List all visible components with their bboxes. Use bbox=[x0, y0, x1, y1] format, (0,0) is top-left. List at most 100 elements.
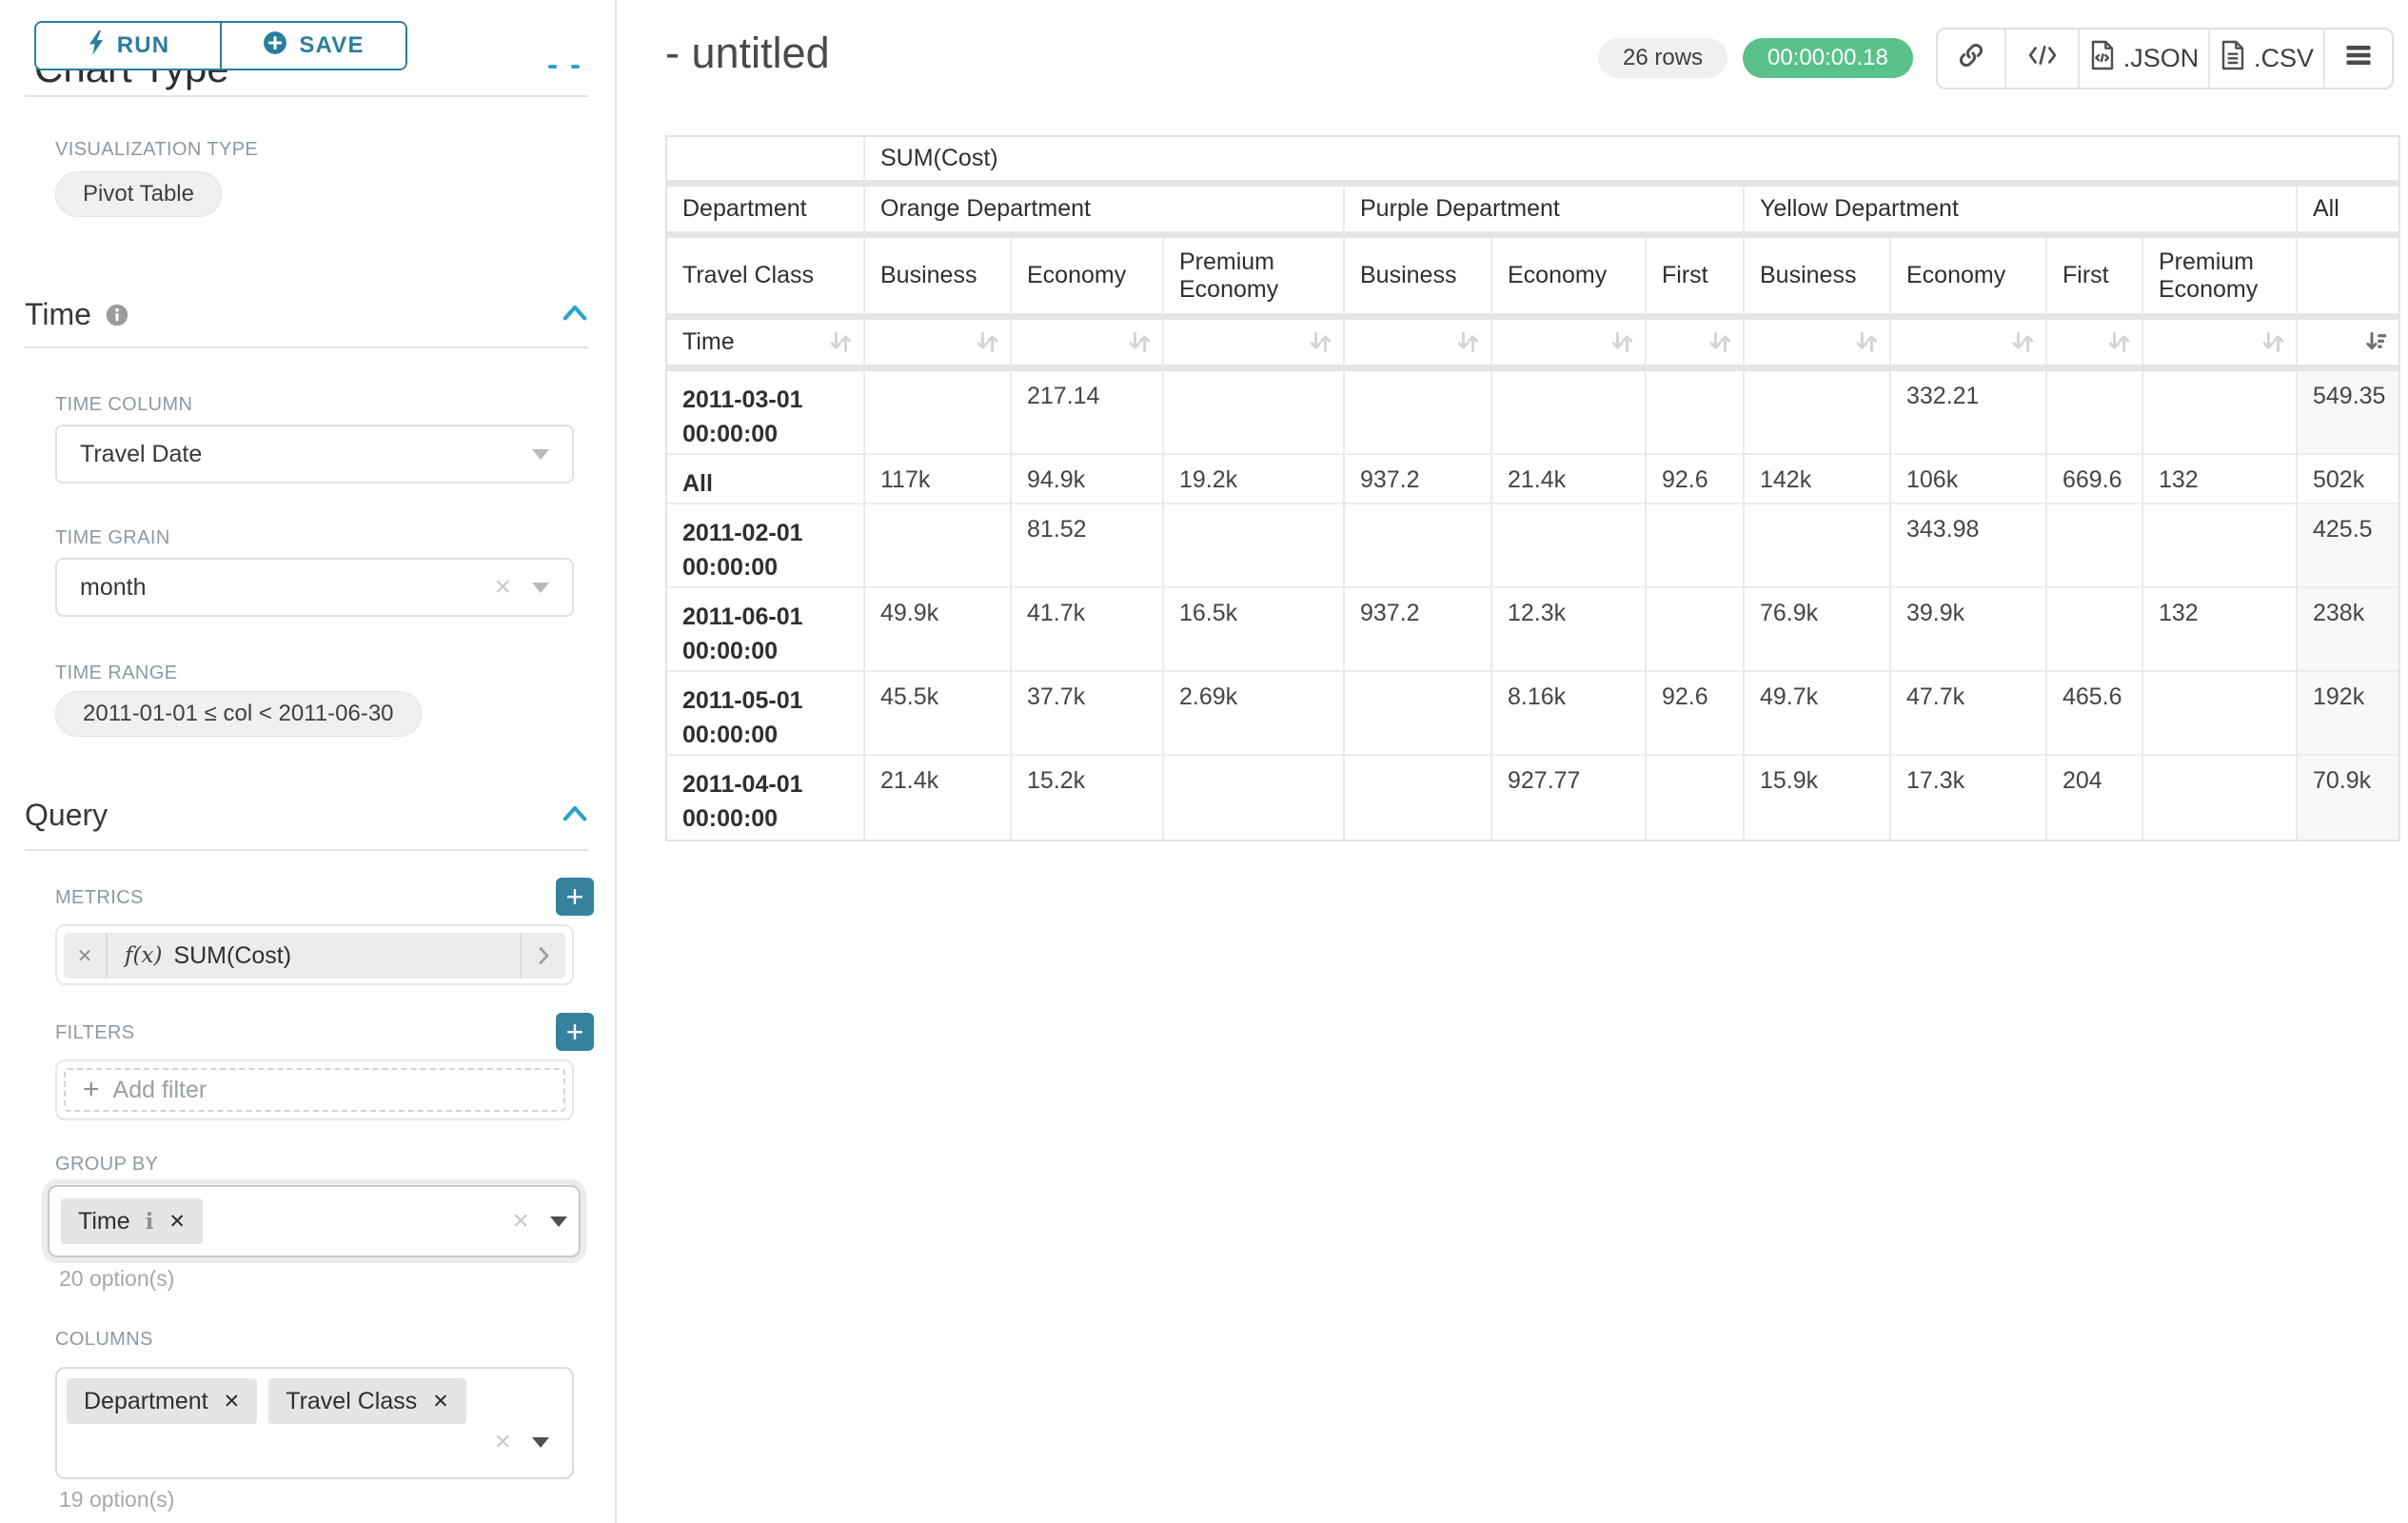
travel-class-header: Business bbox=[1745, 238, 1891, 320]
embed-code-button[interactable] bbox=[2006, 30, 2080, 88]
cell: 204 bbox=[2047, 756, 2143, 840]
cell: 21.4k bbox=[1492, 455, 1647, 504]
cell bbox=[1345, 756, 1492, 840]
cell: 37.7k bbox=[1012, 672, 1164, 756]
sort-header[interactable] bbox=[1492, 320, 1647, 371]
metrics-field: ✕ f(x) SUM(Cost) bbox=[55, 924, 574, 985]
columns-tag: Department ✕ bbox=[67, 1378, 257, 1424]
row-label: All bbox=[667, 455, 865, 504]
travel-class-header bbox=[2298, 238, 2398, 320]
time-column-select[interactable]: Travel Date bbox=[55, 425, 574, 484]
time-range-pill[interactable]: 2011-01-01 ≤ col < 2011-06-30 bbox=[55, 691, 422, 737]
chevron-up-icon[interactable] bbox=[562, 802, 588, 828]
corner-cell bbox=[667, 137, 865, 187]
department-group-header: All bbox=[2298, 187, 2398, 238]
run-button[interactable]: RUN bbox=[36, 23, 222, 69]
cell: 15.2k bbox=[1012, 756, 1164, 840]
viz-type-value: Pivot Table bbox=[83, 181, 194, 208]
cell: 117k bbox=[865, 455, 1012, 504]
column-dimension-label: Department bbox=[667, 187, 865, 238]
add-metric-button[interactable]: + bbox=[556, 878, 594, 916]
divider bbox=[25, 346, 588, 348]
clear-icon[interactable]: × bbox=[494, 1428, 511, 1456]
chevron-up-icon[interactable] bbox=[562, 302, 588, 327]
cell: 142k bbox=[1745, 455, 1891, 504]
run-save-button-group: RUN SAVE bbox=[34, 21, 407, 70]
sort-header[interactable] bbox=[2047, 320, 2143, 371]
sort-header[interactable] bbox=[2298, 320, 2398, 371]
metric-header-row: SUM(Cost) bbox=[667, 137, 2398, 187]
cell bbox=[865, 504, 1012, 588]
table-row: 2011-06-01 00:00:0049.9k41.7k16.5k937.21… bbox=[667, 588, 2398, 672]
group-by-select[interactable]: Time i ✕ × bbox=[48, 1185, 581, 1257]
cell bbox=[2143, 371, 2298, 455]
sort-header[interactable] bbox=[2143, 320, 2298, 371]
time-section-header[interactable]: Time bbox=[25, 297, 588, 332]
add-filter-plus-button[interactable]: + bbox=[556, 1013, 594, 1051]
cell bbox=[1345, 371, 1492, 455]
export-json-button[interactable]: .JSON bbox=[2080, 30, 2210, 88]
sort-header[interactable] bbox=[1891, 320, 2047, 371]
cell: 94.9k bbox=[1012, 455, 1164, 504]
table-row: 2011-04-01 00:00:0021.4k15.2k927.7715.9k… bbox=[667, 756, 2398, 840]
cell bbox=[1647, 588, 1745, 672]
time-grain-select[interactable]: month × bbox=[55, 558, 574, 617]
cell: 81.52 bbox=[1012, 504, 1164, 588]
cell: 45.5k bbox=[865, 672, 1012, 756]
cell: 47.7k bbox=[1891, 672, 2047, 756]
department-group-header: Purple Department bbox=[1345, 187, 1745, 238]
cell: 92.6 bbox=[1647, 455, 1745, 504]
cell: 502k bbox=[2298, 455, 2398, 504]
sort-header[interactable] bbox=[1012, 320, 1164, 371]
cell bbox=[865, 371, 1012, 455]
plus-icon: + bbox=[83, 1076, 100, 1104]
remove-tag-icon[interactable]: ✕ bbox=[432, 1390, 449, 1414]
chevron-right-icon[interactable] bbox=[520, 933, 565, 979]
save-button[interactable]: SAVE bbox=[222, 23, 405, 69]
remove-metric-icon[interactable]: ✕ bbox=[64, 933, 108, 979]
cell bbox=[1647, 504, 1745, 588]
time-range-value: 2011-01-01 ≤ col < 2011-06-30 bbox=[83, 701, 394, 727]
clear-icon[interactable]: × bbox=[494, 573, 511, 602]
copy-link-button[interactable] bbox=[1938, 30, 2006, 88]
travel-class-header: Business bbox=[865, 238, 1012, 320]
columns-select[interactable]: Department ✕ Travel Class ✕ × bbox=[55, 1367, 574, 1479]
cell: 332.21 bbox=[1891, 371, 2047, 455]
hamburger-icon bbox=[2344, 43, 2373, 74]
chart-title[interactable]: - untitled bbox=[665, 29, 830, 78]
department-group-header: Yellow Department bbox=[1745, 187, 2298, 238]
query-section-header[interactable]: Query bbox=[25, 798, 588, 833]
cell: 17.3k bbox=[1891, 756, 2047, 840]
travel-class-header-row: Travel ClassBusinessEconomyPremium Econo… bbox=[667, 238, 2398, 320]
time-grain-value: month bbox=[80, 574, 494, 602]
remove-tag-icon[interactable]: ✕ bbox=[224, 1390, 241, 1414]
cell: 76.9k bbox=[1745, 588, 1891, 672]
table-row: All117k94.9k19.2k937.221.4k92.6142k106k6… bbox=[667, 455, 2398, 504]
remove-tag-icon[interactable]: ✕ bbox=[168, 1210, 186, 1234]
row-dimension-sort-header[interactable]: Time bbox=[667, 320, 865, 371]
travel-class-header: Premium Economy bbox=[1164, 238, 1345, 320]
row-count-badge: 26 rows bbox=[1598, 38, 1727, 78]
sort-header[interactable] bbox=[1164, 320, 1345, 371]
add-filter-dropzone[interactable]: + Add filter bbox=[64, 1068, 565, 1112]
group-by-tag-label: Time bbox=[78, 1208, 130, 1236]
cell bbox=[1345, 672, 1492, 756]
cell bbox=[2143, 672, 2298, 756]
cell: 132 bbox=[2143, 588, 2298, 672]
sort-header[interactable] bbox=[1345, 320, 1492, 371]
clear-icon[interactable]: × bbox=[512, 1207, 529, 1236]
sort-header[interactable] bbox=[865, 320, 1012, 371]
sort-header[interactable] bbox=[1745, 320, 1891, 371]
row-label: 2011-03-01 00:00:00 bbox=[667, 371, 865, 455]
chevron-down-icon bbox=[532, 449, 549, 460]
row-label: 2011-04-01 00:00:00 bbox=[667, 756, 865, 840]
sort-header[interactable] bbox=[1647, 320, 1745, 371]
scrolled-dot-right bbox=[571, 65, 580, 69]
metric-chip[interactable]: ✕ f(x) SUM(Cost) bbox=[64, 933, 565, 979]
menu-button[interactable] bbox=[2325, 30, 2392, 88]
viz-type-pill[interactable]: Pivot Table bbox=[55, 171, 222, 217]
cell bbox=[1745, 371, 1891, 455]
cell: 238k bbox=[2298, 588, 2398, 672]
travel-class-header: Premium Economy bbox=[2143, 238, 2298, 320]
export-csv-button[interactable]: .CSV bbox=[2210, 30, 2325, 88]
